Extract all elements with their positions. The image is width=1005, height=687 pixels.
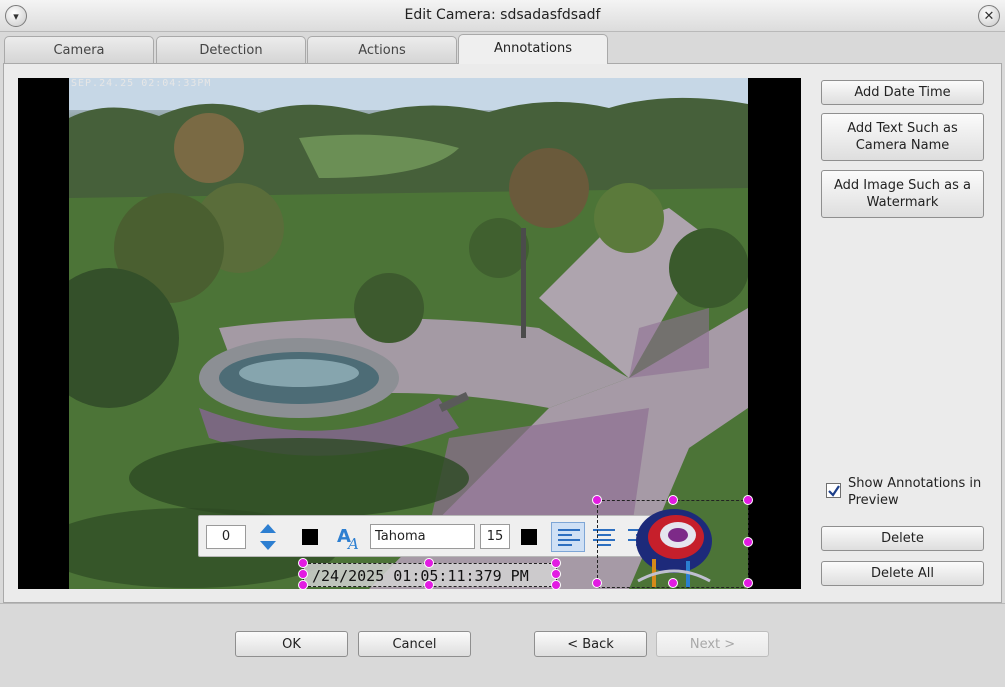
resize-handle[interactable] bbox=[424, 580, 434, 590]
text-color-swatch[interactable] bbox=[521, 529, 537, 545]
align-left-icon bbox=[558, 529, 580, 546]
resize-handle[interactable] bbox=[551, 580, 561, 590]
tab-annotations[interactable]: Annotations bbox=[458, 34, 608, 64]
add-image-button[interactable]: Add Image Such as a Watermark bbox=[821, 170, 984, 218]
delete-all-button[interactable]: Delete All bbox=[821, 561, 984, 586]
datetime-annotation-text: /24/2025 01:05:11:379 PM bbox=[312, 567, 529, 585]
resize-handle[interactable] bbox=[298, 580, 308, 590]
window-title: Edit Camera: sdsadasfdsadf bbox=[404, 7, 601, 23]
resize-handle[interactable] bbox=[743, 495, 753, 505]
annotation-toolbar: 0 A A Tahoma 15 bbox=[198, 515, 662, 557]
watermark-image bbox=[636, 509, 712, 587]
title-bar: ▾ Edit Camera: sdsadasfdsadf ✕ bbox=[0, 0, 1005, 32]
resize-handle[interactable] bbox=[551, 569, 561, 579]
rotation-spinner[interactable] bbox=[257, 522, 279, 552]
show-annotations-label: Show Annotations in Preview bbox=[848, 476, 982, 508]
svg-text:A: A bbox=[346, 535, 359, 551]
resize-handle[interactable] bbox=[551, 558, 561, 568]
close-icon: ✕ bbox=[983, 8, 995, 24]
resize-handle[interactable] bbox=[592, 495, 602, 505]
ok-button[interactable]: OK bbox=[235, 631, 348, 657]
checkmark-icon bbox=[828, 485, 840, 497]
outline-color-swatch[interactable] bbox=[302, 529, 318, 545]
tab-camera[interactable]: Camera bbox=[4, 36, 154, 64]
align-left-button[interactable] bbox=[551, 522, 585, 552]
add-text-button[interactable]: Add Text Such as Camera Name bbox=[821, 113, 984, 161]
osd-timestamp: SEP.24.25 02:04:33PM bbox=[71, 78, 212, 89]
next-button[interactable]: Next > bbox=[656, 631, 769, 657]
resize-handle[interactable] bbox=[743, 537, 753, 547]
back-button[interactable]: < Back bbox=[534, 631, 647, 657]
resize-handle[interactable] bbox=[668, 495, 678, 505]
show-annotations-option[interactable]: Show Annotations in Preview bbox=[824, 475, 994, 511]
font-name-field[interactable]: Tahoma bbox=[370, 524, 475, 549]
tab-actions[interactable]: Actions bbox=[307, 36, 457, 64]
resize-handle[interactable] bbox=[298, 569, 308, 579]
font-size-field[interactable]: 15 bbox=[480, 524, 510, 549]
footer-divider bbox=[0, 603, 1005, 604]
font-button[interactable]: A A bbox=[336, 523, 362, 553]
resize-handle[interactable] bbox=[424, 558, 434, 568]
up-down-arrows-icon bbox=[260, 524, 276, 550]
watermark-annotation[interactable] bbox=[597, 500, 749, 588]
delete-button[interactable]: Delete bbox=[821, 526, 984, 551]
add-date-time-button[interactable]: Add Date Time bbox=[821, 80, 984, 105]
tab-detection[interactable]: Detection bbox=[156, 36, 306, 64]
close-button[interactable]: ✕ bbox=[978, 5, 1000, 27]
resize-handle[interactable] bbox=[668, 578, 678, 588]
resize-handle[interactable] bbox=[592, 578, 602, 588]
resize-handle[interactable] bbox=[743, 578, 753, 588]
font-icon: A A bbox=[337, 526, 359, 553]
cancel-button[interactable]: Cancel bbox=[358, 631, 471, 657]
show-annotations-checkbox[interactable] bbox=[826, 483, 841, 498]
resize-handle[interactable] bbox=[298, 558, 308, 568]
rotation-input[interactable]: 0 bbox=[206, 525, 246, 549]
